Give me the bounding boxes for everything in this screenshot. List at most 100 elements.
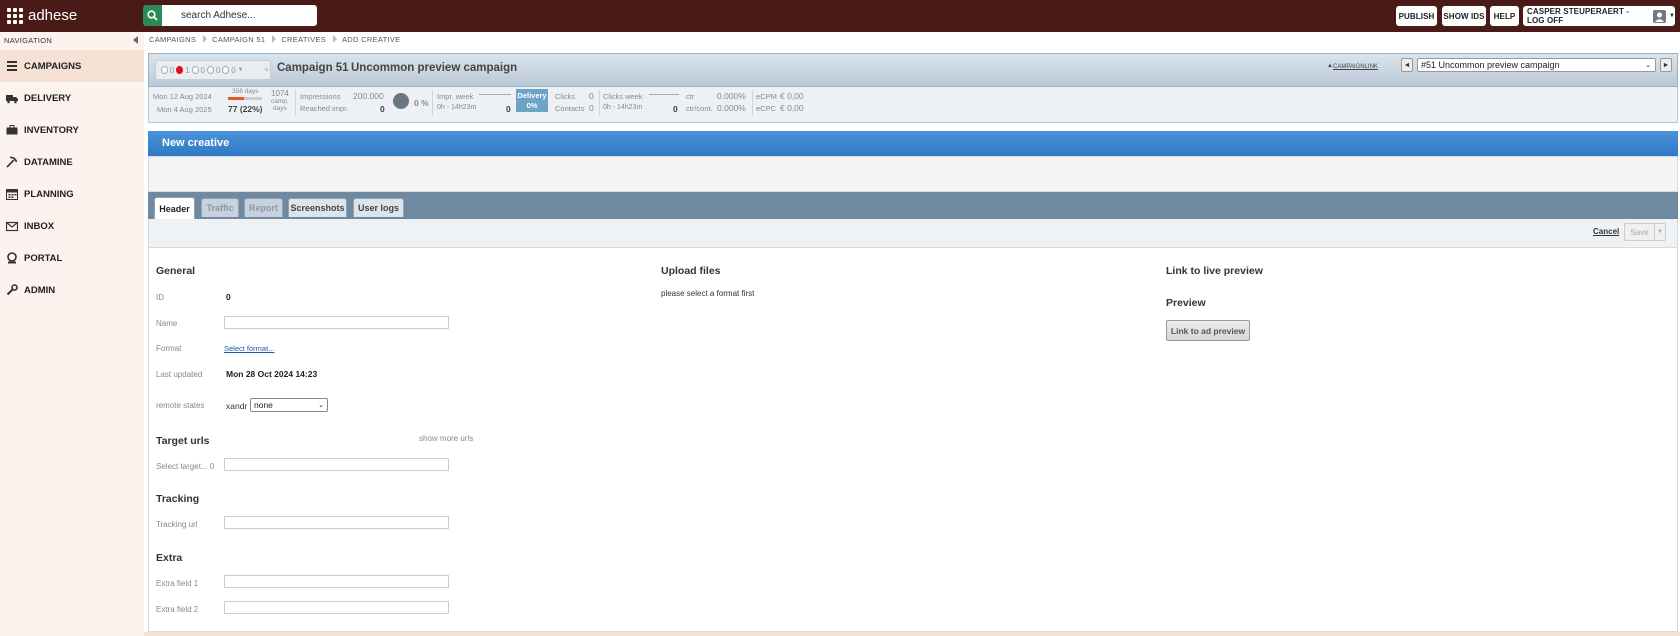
end-date: Mon 4 Aug 2025 — [157, 105, 212, 114]
sidebar-item-datamine[interactable]: DATAMINE — [0, 146, 144, 178]
tab-user-logs[interactable]: User logs — [353, 198, 404, 217]
save-button[interactable]: Save — [1624, 223, 1655, 241]
state-circle-icon[interactable] — [161, 66, 168, 74]
tab-traffic[interactable]: Traffic — [201, 198, 239, 217]
campaign-header: 0 1 0 0 0 ▼ + Campaign 51 Uncommon previ… — [148, 53, 1678, 87]
show-ids-button[interactable]: SHOW IDS — [1442, 6, 1486, 26]
extra-field-1-input[interactable] — [224, 575, 449, 588]
collapse-sidebar-icon[interactable] — [133, 36, 138, 44]
campaign-stats-bar: Mon 12 Aug 2024 Mon 4 Aug 2025 358 days … — [148, 87, 1678, 123]
chevron-down-icon[interactable]: ▼ — [238, 67, 244, 73]
search-icon — [147, 10, 158, 21]
sidebar-item-planning[interactable]: PLANNING — [0, 178, 144, 210]
ecpm-label: eCPM — [756, 92, 777, 101]
sidebar-item-label: PLANNING — [24, 188, 74, 200]
clicks-week-label: Clicks week — [603, 92, 643, 101]
ctr-label: ctr — [686, 92, 695, 101]
footer-strip — [144, 632, 1680, 636]
app-logo[interactable]: adhese — [6, 7, 77, 24]
extra-field-1-label: Extra field 1 — [156, 579, 199, 588]
clicks-value: 0 — [589, 91, 594, 101]
tracking-url-label: Tracking url — [156, 520, 198, 529]
state-circle-icon[interactable] — [191, 66, 199, 74]
extra-field-2-label: Extra field 2 — [156, 605, 199, 614]
ecpc-value: € 0,00 — [780, 103, 804, 113]
search-input[interactable] — [162, 5, 317, 26]
extra-field-2-input[interactable] — [224, 601, 449, 614]
campaign-title: Campaign 51 — [277, 62, 349, 74]
clicks-week-range: 0h - 14h23m — [603, 104, 643, 111]
sidebar-item-portal[interactable]: PORTAL — [0, 242, 144, 274]
impressions-value: 200.000 — [353, 91, 384, 101]
preview-section-title: Preview — [1166, 297, 1206, 309]
sidebar: NAVIGATION CAMPAIGNS DELIVERY INVENTORY … — [0, 32, 144, 636]
ctr-value: 0.000% — [717, 91, 746, 101]
clicks-week-value: 0 — [673, 104, 678, 114]
general-section-title: General — [156, 265, 196, 277]
sidebar-item-inventory[interactable]: INVENTORY — [0, 114, 144, 146]
chevron-down-icon: ⌄ — [1645, 62, 1651, 69]
previous-campaign-button[interactable]: ◄ — [1401, 58, 1413, 72]
name-label: Name — [156, 319, 178, 328]
state-active-icon[interactable] — [176, 66, 184, 74]
tab-screenshots[interactable]: Screenshots — [288, 198, 347, 217]
envelope-icon — [6, 221, 18, 232]
ctrcont-value: 0.000% — [717, 103, 746, 113]
campaign-link[interactable]: CAMPAIGNLINK — [1333, 64, 1378, 70]
camp-days-label: days — [273, 105, 287, 112]
clicks-label: Clicks — [555, 92, 575, 101]
sidebar-item-label: ADMIN — [24, 284, 56, 296]
sidebar-item-label: INVENTORY — [24, 124, 79, 136]
sidebar-item-campaigns[interactable]: CAMPAIGNS — [0, 50, 144, 82]
days-progress-bar — [228, 97, 262, 100]
live-preview-section-title: Link to live preview — [1166, 265, 1263, 277]
id-label: ID — [156, 293, 164, 302]
sidebar-item-delivery[interactable]: DELIVERY — [0, 82, 144, 114]
reached-label: Reached impr. — [300, 104, 349, 113]
impr-week-label: Impr. week — [437, 92, 474, 101]
state-circle-icon[interactable] — [206, 66, 214, 74]
publish-button[interactable]: PUBLISH — [1396, 6, 1437, 26]
user-menu-button[interactable]: CASPER STEUPERAERT - LOG OFF ▼ — [1523, 6, 1675, 26]
sidebar-item-label: PORTAL — [24, 252, 63, 264]
impr-week-range: 0h - 14h23m — [437, 104, 477, 111]
state-circle-icon[interactable] — [222, 66, 230, 74]
camp-days-label: camp. — [271, 98, 289, 105]
breadcrumb-item[interactable]: CREATIVES — [278, 35, 331, 44]
tab-header[interactable]: Header — [154, 197, 195, 219]
breadcrumb: CAMPAIGNS CAMPAIGN 51 CREATIVES ADD CREA… — [146, 33, 405, 45]
tracking-section-title: Tracking — [156, 493, 200, 505]
divider — [432, 90, 433, 116]
briefcase-icon — [6, 125, 18, 135]
sidebar-item-inbox[interactable]: INBOX — [0, 210, 144, 242]
xandr-label: xandr — [226, 401, 248, 411]
link-to-ad-preview-button[interactable]: Link to ad preview — [1166, 320, 1250, 341]
breadcrumb-separator — [203, 35, 208, 43]
campaign-state-toolbar: 0 1 0 0 0 ▼ + — [155, 60, 271, 80]
next-campaign-button[interactable]: ► — [1660, 58, 1672, 72]
divider — [599, 90, 600, 116]
panel-toolbar — [148, 156, 1678, 192]
show-more-urls-link[interactable]: show more urls — [419, 434, 473, 443]
breadcrumb-item[interactable]: CAMPAIGNS — [146, 35, 201, 44]
chevron-down-icon: ▼ — [1668, 13, 1675, 19]
search-button[interactable] — [143, 5, 162, 26]
upload-message: please select a format first — [661, 289, 755, 298]
select-format-link[interactable]: Select format... — [224, 344, 274, 353]
cancel-button[interactable]: Cancel — [1593, 227, 1619, 236]
xandr-state-select[interactable]: none ⌄ — [250, 398, 328, 412]
truck-icon — [6, 95, 18, 104]
add-icon[interactable]: + — [264, 64, 270, 76]
tab-report[interactable]: Report — [244, 198, 283, 217]
user-logoff-label: CASPER STEUPERAERT - LOG OFF — [1527, 7, 1630, 25]
help-button[interactable]: HELP — [1490, 6, 1519, 26]
name-input[interactable] — [224, 316, 449, 329]
campaign-selector[interactable]: #51 Uncommon preview campaign ⌄ — [1417, 58, 1656, 72]
tracking-url-input[interactable] — [224, 516, 449, 529]
top-bar: adhese PUBLISH SHOW IDS HELP CASPER STEU… — [0, 0, 1680, 32]
breadcrumb-item[interactable]: CAMPAIGN 51 — [209, 35, 270, 44]
target-urls-section-title: Target urls — [156, 435, 210, 447]
save-options-button[interactable]: ▼ — [1655, 223, 1666, 241]
sidebar-item-admin[interactable]: ADMIN — [0, 274, 144, 306]
target-url-input[interactable] — [224, 458, 449, 471]
